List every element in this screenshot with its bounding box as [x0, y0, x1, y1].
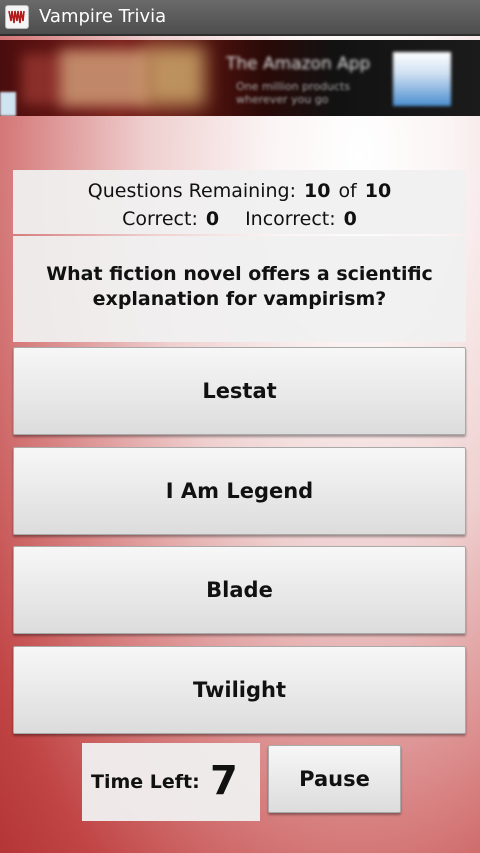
vampire-trivia-app-icon: [6, 6, 28, 28]
questions-remaining-label: Questions Remaining:: [87, 180, 296, 202]
title-bar: Vampire Trivia: [0, 0, 480, 36]
timer-panel: Time Left: 7: [82, 743, 260, 821]
correct-count: 0: [205, 208, 220, 230]
correct-label: Correct:: [122, 208, 198, 230]
ad-thumbnail: [393, 52, 451, 106]
questions-remaining-line: Questions Remaining: 10 of 10: [13, 179, 466, 203]
ad-headline: The Amazon App: [226, 54, 371, 74]
ad-subtext: One million products wherever you go: [236, 80, 351, 106]
score-line: Correct: 0 Incorrect: 0: [13, 207, 466, 231]
incorrect-label: Incorrect:: [245, 208, 336, 230]
pause-button[interactable]: Pause: [268, 745, 401, 813]
score-status-panel: Questions Remaining: 10 of 10 Correct: 0 Inco…: [13, 170, 466, 234]
answer-button-blade[interactable]: Blade: [13, 546, 466, 634]
questions-remaining-value: 10: [303, 180, 331, 202]
time-left-value: 7: [210, 758, 238, 804]
incorrect-count: 0: [343, 208, 357, 230]
time-left-label: Time Left:: [91, 771, 200, 793]
answer-button-lestat[interactable]: Lestat: [13, 347, 466, 435]
answer-button-twilight[interactable]: Twilight: [13, 646, 466, 734]
ad-banner[interactable]: The Amazon App One million products wher…: [0, 40, 480, 116]
answer-button-i-am-legend[interactable]: I Am Legend: [13, 447, 466, 535]
total-questions-value: 10: [364, 180, 392, 202]
question-text: What fiction novel offers a scientific e…: [46, 263, 433, 310]
of-label: of: [338, 180, 357, 202]
question-panel: What fiction novel offers a scientific e…: [13, 236, 466, 342]
app-title: Vampire Trivia: [39, 6, 167, 27]
